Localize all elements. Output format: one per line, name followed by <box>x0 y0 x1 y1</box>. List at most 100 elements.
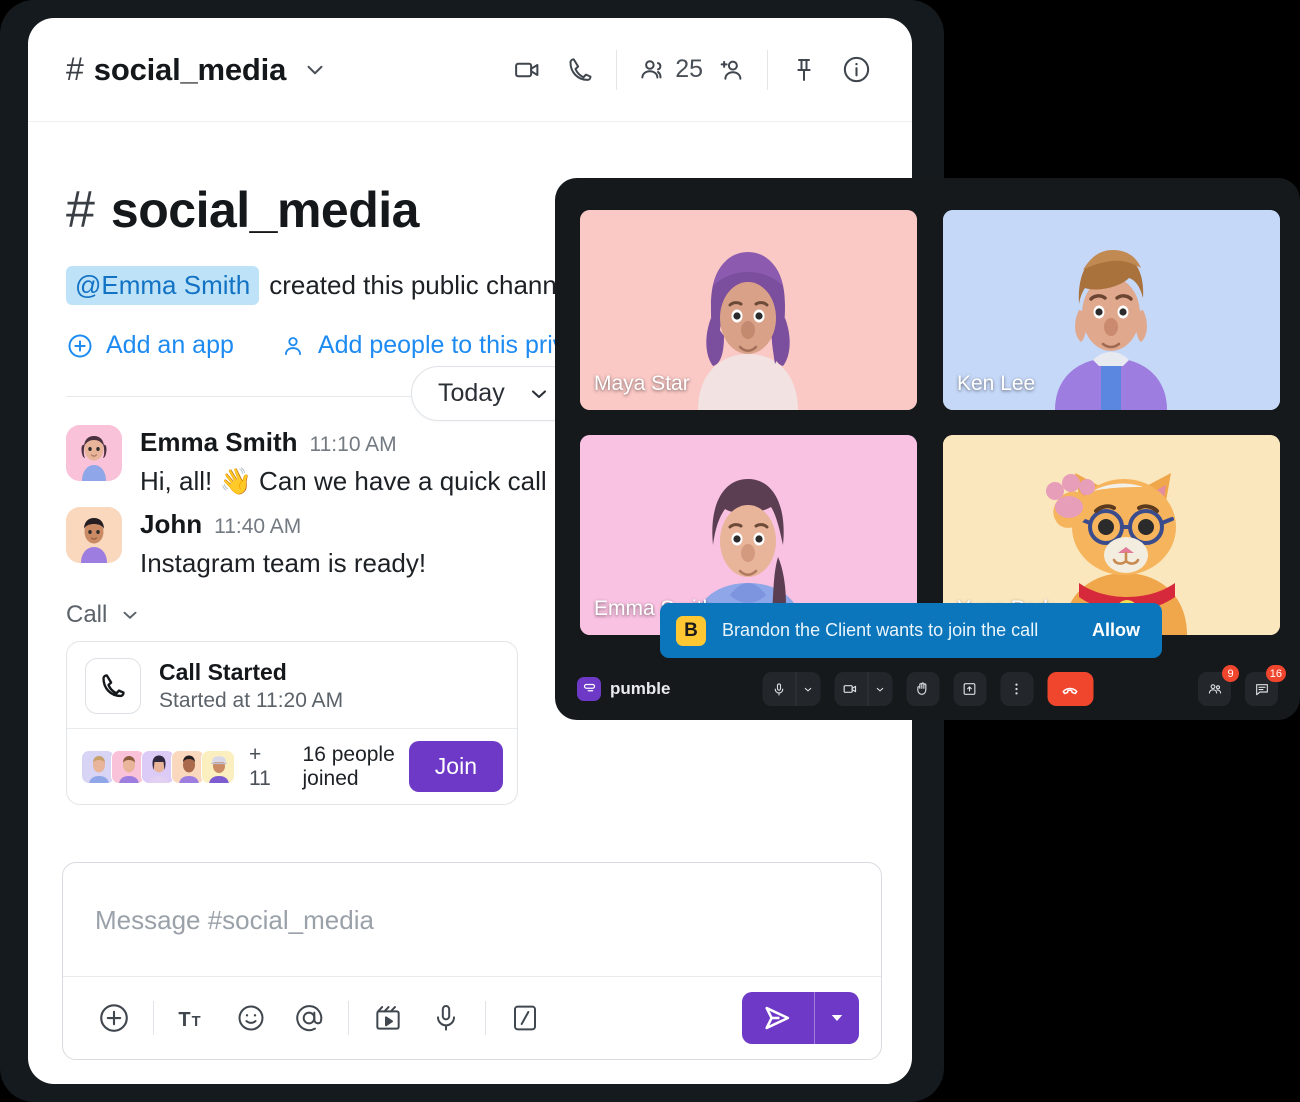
mention-icon[interactable] <box>280 991 338 1045</box>
chevron-down-icon[interactable] <box>795 672 820 706</box>
channel-created-text: created this public chann <box>269 270 557 300</box>
call-controls <box>762 672 1093 706</box>
chevron-down-icon[interactable] <box>815 992 859 1044</box>
avatar-john <box>66 507 122 563</box>
emoji-icon[interactable] <box>222 991 280 1045</box>
channel-header-actions: 25 <box>502 44 882 96</box>
chevron-down-icon[interactable] <box>302 57 328 83</box>
channel-header: # social_media 25 <box>28 18 912 122</box>
screenshot-root: # social_media 25 # social_media @Emma S… <box>0 0 1300 1102</box>
video-call-panel: Maya Star Ken Lee Emma Smith B Brandon t… <box>555 178 1300 720</box>
plus-icon[interactable] <box>85 991 143 1045</box>
overflow-count: + 11 <box>249 742 271 790</box>
screen-share-icon[interactable] <box>953 672 986 706</box>
call-card-subtitle: Started at 11:20 AM <box>159 689 344 712</box>
composer-divider-3 <box>485 1001 486 1035</box>
text-format-icon[interactable]: TT <box>164 991 222 1045</box>
call-card-texts: Call Started Started at 11:20 AM <box>159 659 343 713</box>
chevron-down-icon <box>119 604 141 626</box>
call-card-footer: + 11 16 people joined Join <box>67 728 517 804</box>
chat-control[interactable]: 16 <box>1245 665 1286 706</box>
pumble-logo: pumble <box>577 677 670 701</box>
svg-text:T: T <box>192 1014 201 1030</box>
stack-avatar <box>111 749 145 784</box>
send-icon[interactable] <box>742 992 814 1044</box>
composer-toolbar: TT <box>63 976 881 1059</box>
today-label: Today <box>438 379 505 407</box>
send-button-group <box>742 992 859 1044</box>
clip-icon[interactable] <box>359 991 417 1045</box>
message-author: John <box>140 509 203 539</box>
toast-message: Brandon the Client wants to join the cal… <box>722 620 1039 640</box>
mention-emma-smith[interactable]: @Emma Smith <box>66 266 260 305</box>
video-camera-icon[interactable] <box>502 44 554 96</box>
channel-name: social_media <box>93 52 287 87</box>
microphone-control[interactable] <box>762 672 820 706</box>
toast-avatar: B <box>676 615 706 646</box>
pumble-mark-icon <box>577 677 601 701</box>
end-call-button[interactable] <box>1047 672 1093 706</box>
today-pill[interactable]: Today <box>411 366 578 421</box>
hash-icon: # <box>66 51 84 87</box>
stack-avatar <box>171 749 205 784</box>
avatar[interactable] <box>66 425 122 481</box>
message-body: John 11:40 AM Instagram team is ready! <box>140 507 426 579</box>
joined-count-text: 16 people joined <box>302 742 395 790</box>
channel-intro-name: social_media <box>110 182 420 238</box>
add-an-app-link[interactable]: Add an app <box>66 331 234 360</box>
call-card-title: Call Started <box>159 659 287 685</box>
info-icon[interactable] <box>830 44 882 96</box>
call-card-header: Call Started Started at 11:20 AM <box>67 642 517 728</box>
phone-icon[interactable] <box>554 44 606 96</box>
video-tile-ken-lee[interactable]: Ken Lee <box>943 210 1280 410</box>
message-input[interactable]: Message #social_media <box>63 863 881 976</box>
avatar-emma-smith <box>66 425 122 481</box>
avatar[interactable] <box>66 507 122 563</box>
video-camera-icon[interactable] <box>834 672 867 706</box>
channel-title[interactable]: # social_media <box>66 51 328 88</box>
video-tile-name: Ken Lee <box>957 372 1036 395</box>
header-divider-2 <box>767 49 768 90</box>
video-tile-grid: Maya Star Ken Lee Emma Smith <box>580 210 1280 635</box>
call-side-controls: 9 16 <box>1198 665 1286 706</box>
member-count: 25 <box>675 55 703 83</box>
participant-avatar-stack[interactable] <box>81 749 235 784</box>
phone-icon <box>85 658 141 714</box>
chevron-down-icon[interactable] <box>867 672 892 706</box>
allow-button[interactable]: Allow <box>1092 620 1140 641</box>
message-composer: Message #social_media TT <box>62 862 882 1060</box>
call-started-card: Call Started Started at 11:20 AM + 11 16… <box>66 641 518 805</box>
chat-badge: 16 <box>1265 665 1286 682</box>
more-options-icon[interactable] <box>1000 672 1033 706</box>
message-time: 11:10 AM <box>309 433 397 456</box>
camera-control[interactable] <box>834 672 892 706</box>
message-text: Instagram team is ready! <box>140 548 427 578</box>
microphone-icon[interactable] <box>762 672 795 706</box>
participants-control[interactable]: 9 <box>1198 665 1239 706</box>
stack-avatar <box>81 749 115 784</box>
composer-divider <box>153 1001 154 1035</box>
person-icon <box>280 333 306 359</box>
composer-divider-2 <box>348 1001 349 1035</box>
svg-text:T: T <box>178 1009 190 1031</box>
message-time: 11:40 AM <box>214 515 302 538</box>
join-button[interactable]: Join <box>408 741 503 792</box>
add-people-link[interactable]: Add people to this private <box>280 331 600 360</box>
members-icon[interactable] <box>627 44 679 96</box>
slash-command-icon[interactable] <box>496 991 554 1045</box>
plus-circle-icon <box>66 332 94 360</box>
message-body: Emma Smith 11:10 AM Hi, all! 👋 Can we ha… <box>140 425 547 497</box>
chevron-down-icon <box>527 382 551 406</box>
stack-avatar <box>141 749 175 784</box>
pin-icon[interactable] <box>778 44 830 96</box>
message-header: Emma Smith 11:10 AM <box>140 427 547 458</box>
raise-hand-icon[interactable] <box>906 672 939 706</box>
add-person-icon[interactable] <box>705 44 757 96</box>
video-tile-maya-star[interactable]: Maya Star <box>580 210 917 410</box>
microphone-icon[interactable] <box>417 991 475 1045</box>
pumble-wordmark: pumble <box>610 679 671 698</box>
call-label-text: Call <box>66 601 108 628</box>
call-control-bar: pumble 9 16 <box>555 658 1300 720</box>
video-tile-name: Maya Star <box>594 372 690 395</box>
add-an-app-label: Add an app <box>106 331 234 359</box>
